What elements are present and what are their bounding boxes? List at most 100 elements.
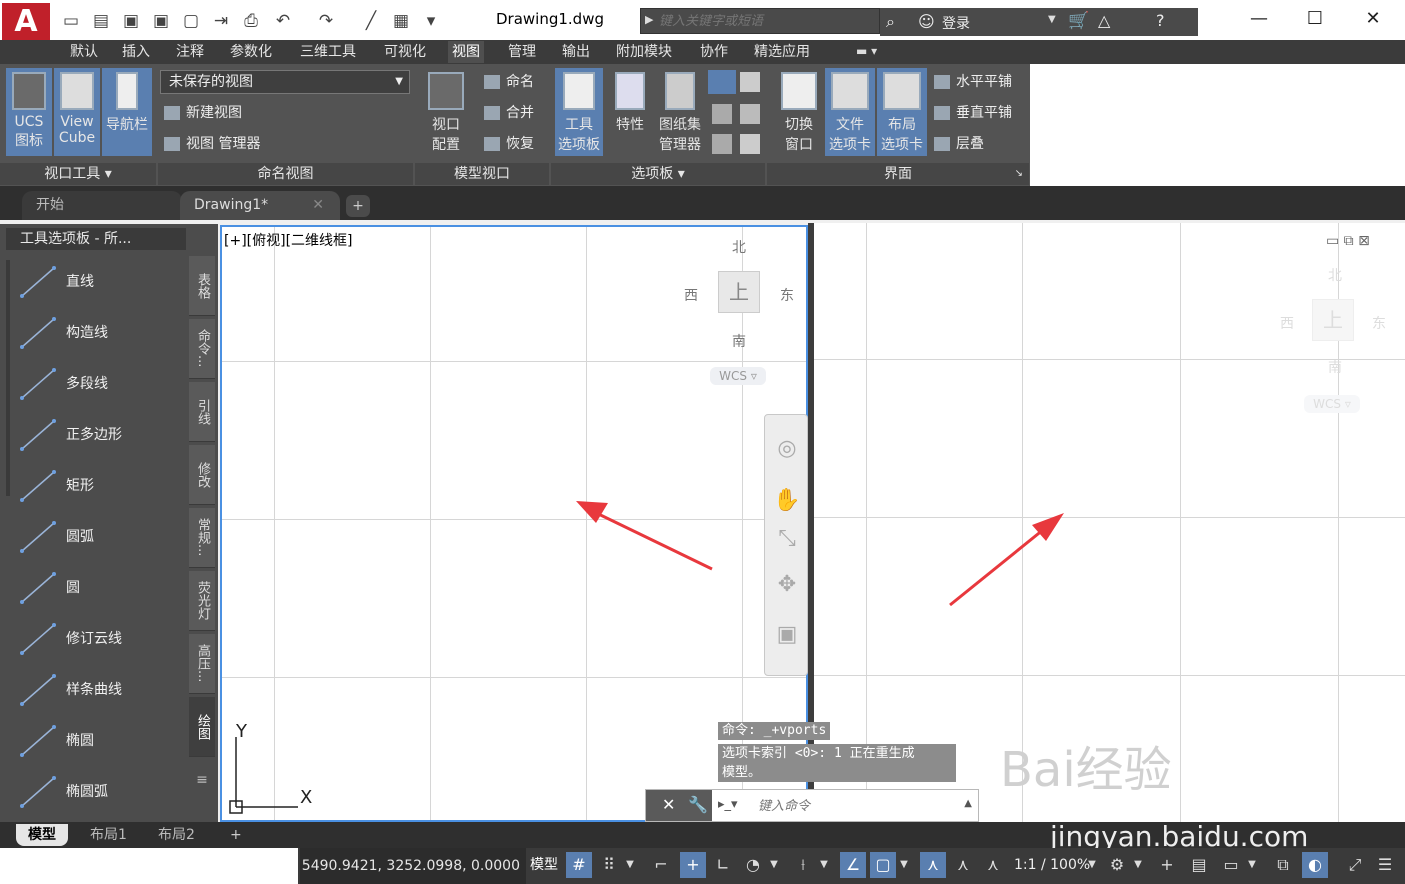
quick-properties-dropdown-icon[interactable]: ▼ (1244, 852, 1260, 878)
scale-dropdown-icon[interactable]: ▼ (1084, 852, 1100, 878)
workspace-dropdown-icon[interactable]: ▼ (1130, 852, 1146, 878)
view-manager-button[interactable]: 视图 管理器 (164, 132, 260, 156)
workspace-gear-icon[interactable]: ⚙ (1104, 852, 1130, 878)
ortho-icon[interactable]: ∟ (710, 852, 736, 878)
add-layout-icon[interactable]: + (218, 824, 254, 846)
zoom-extents-icon[interactable]: ⤡ (773, 525, 801, 553)
units-icon[interactable]: ▤ (1186, 852, 1212, 878)
search-input[interactable] (659, 11, 877, 31)
palette-side-tab[interactable]: 命令... (189, 319, 215, 379)
dialog-launcher-icon[interactable]: ↘ (1015, 163, 1023, 185)
layout-tab-model[interactable]: 模型 (16, 824, 68, 846)
minimize-icon[interactable]: — (1236, 5, 1282, 33)
switch-window-button[interactable]: 切换 窗口 (776, 68, 822, 156)
command-input[interactable] (758, 796, 948, 816)
layers-icon[interactable] (712, 134, 732, 154)
tile-horizontal-button[interactable]: 水平平铺 (934, 70, 1012, 94)
tab-parametric[interactable]: 参数化 (226, 41, 276, 63)
compass-west[interactable]: 西 (1280, 313, 1294, 333)
save-icon[interactable]: ▣ (120, 10, 142, 32)
sheetset-manager-button[interactable]: 图纸集 管理器 (654, 68, 706, 156)
compass-west[interactable]: 西 (684, 285, 698, 305)
share-icon[interactable]: ⇥ (210, 10, 232, 32)
close-icon[interactable]: ✕ (662, 795, 675, 814)
palette-scrollbar[interactable] (6, 260, 10, 496)
palette-tool[interactable]: 正多边形 (18, 413, 186, 457)
model-space-button[interactable]: 模型 (530, 852, 558, 878)
isolate-objects-icon[interactable]: ⧉ (1270, 852, 1296, 878)
palette-side-tab[interactable]: 荧光灯 (189, 571, 215, 631)
maximize-icon[interactable]: ☐ (1292, 5, 1338, 33)
isometric-dropdown-icon[interactable]: ▼ (816, 852, 832, 878)
dynamic-input-icon[interactable]: + (680, 852, 706, 878)
line-icon[interactable]: ╱ (360, 10, 382, 32)
close-icon[interactable]: ✕ (1350, 5, 1396, 33)
user-icon[interactable]: ☺ (918, 12, 935, 31)
annotation-scale-value[interactable]: 1:1 / 100% (1014, 852, 1090, 878)
viewport-controls-label[interactable]: [+][俯视][二维线框] (224, 230, 353, 250)
layout-tab-2[interactable]: 布局2 (146, 824, 207, 846)
doc-tab-start[interactable]: 开始 (22, 191, 182, 220)
tab-addins[interactable]: 附加模块 (612, 41, 676, 63)
restore-viewport-button[interactable]: 恢复 (484, 132, 534, 156)
polar-dropdown-icon[interactable]: ▼ (766, 852, 782, 878)
compass-east[interactable]: 东 (1372, 313, 1386, 333)
tab-visualize[interactable]: 可视化 (380, 41, 430, 63)
auto-scale-icon[interactable]: ⋏ (950, 852, 976, 878)
grid-icon[interactable]: # (566, 852, 592, 878)
palette-tool[interactable]: 圆弧 (18, 515, 186, 559)
layout-tabs-button[interactable]: 布局 选项卡 (877, 68, 927, 156)
panel-viewport-tools[interactable]: 视口工具 ▾ (0, 163, 156, 185)
polar-icon[interactable]: ◔ (740, 852, 766, 878)
palette-tool[interactable]: 修订云线 (18, 617, 186, 661)
layout-tab-1[interactable]: 布局1 (78, 824, 139, 846)
design-center-icon[interactable] (740, 72, 760, 92)
undo-icon[interactable]: ↶ (272, 10, 294, 32)
ribbon-minimize-icon[interactable]: ▬ ▾ (856, 44, 877, 58)
orbit-icon[interactable]: ✥ (773, 571, 801, 599)
viewport-window-controls[interactable]: ▭ ⧉ ⊠ (1326, 233, 1370, 249)
navbar-button[interactable]: 导航栏 (102, 68, 152, 156)
command-prompt-icon[interactable]: ▸_▾ (718, 797, 738, 812)
tab-collaborate[interactable]: 协作 (696, 41, 732, 63)
palette-side-tab[interactable]: 修改 (189, 445, 215, 505)
isometric-icon[interactable]: ⟊ (790, 852, 816, 878)
login-button[interactable]: 登录 (942, 13, 970, 33)
hardware-acceleration-icon[interactable]: ◐ (1302, 852, 1328, 878)
tab-annotate[interactable]: 注释 (172, 41, 208, 63)
binoculars-icon[interactable]: ⌕ (886, 12, 895, 32)
coordinates-display[interactable]: 5490.9421, 3252.0998, 0.0000 (300, 848, 526, 884)
compass-south[interactable]: 南 (732, 331, 746, 351)
panel-interface[interactable]: 界面 ↘ (767, 163, 1029, 185)
pan-hand-icon[interactable]: ✋ (773, 487, 801, 515)
viewport-config-button[interactable]: 视口 配置 (422, 68, 470, 156)
compass-south[interactable]: 南 (1328, 357, 1342, 377)
doc-tab-drawing1[interactable]: Drawing1* ✕ (180, 191, 340, 220)
tab-view[interactable]: 视图 (448, 41, 484, 63)
clipboard-icon[interactable] (740, 134, 760, 154)
palette-side-tab[interactable]: 引线 (189, 382, 215, 442)
help-icon[interactable]: ? (1156, 11, 1165, 30)
compass-north[interactable]: 北 (1328, 265, 1342, 285)
tile-vertical-button[interactable]: 垂直平铺 (934, 101, 1012, 125)
command-line-icon[interactable] (708, 70, 736, 94)
autocad-logo-icon[interactable]: A (2, 3, 50, 43)
redo-icon[interactable]: ↷ (315, 10, 337, 32)
save-as-icon[interactable]: ▣ (150, 10, 172, 32)
wcs-menu[interactable]: WCS ▿ (710, 367, 766, 385)
annotation-scale-icon[interactable]: ⋏ (980, 852, 1006, 878)
properties-button[interactable]: 特性 (608, 68, 652, 156)
tab-insert[interactable]: 插入 (118, 41, 154, 63)
object-snap-icon[interactable]: ▢ (870, 852, 896, 878)
compass-north[interactable]: 北 (732, 237, 746, 257)
tab-3d-tools[interactable]: 三维工具 (296, 41, 360, 63)
cloud-open-icon[interactable]: ▢ (180, 10, 202, 32)
cascade-button[interactable]: 层叠 (934, 132, 984, 156)
markup-icon[interactable] (712, 104, 732, 124)
named-view-select[interactable]: 未保存的视图 ▼ (160, 70, 410, 94)
annotation-visibility-icon[interactable]: ⋏ (920, 852, 946, 878)
object-snap-tracking-icon[interactable]: ∠ (840, 852, 866, 878)
palette-side-tab[interactable]: 绘图 (189, 697, 215, 757)
name-viewport-button[interactable]: 命名 (484, 70, 534, 94)
cart-icon[interactable]: 🛒 (1068, 11, 1089, 31)
